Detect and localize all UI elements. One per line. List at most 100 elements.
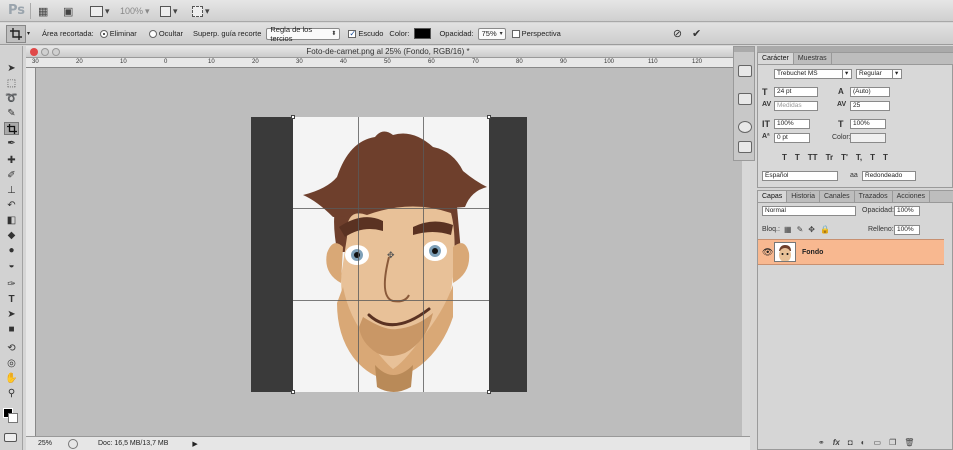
view-extras-button[interactable]: ▾ [90, 4, 110, 18]
shield-option[interactable]: ✓ Escudo [348, 29, 383, 38]
layer-row-background[interactable]: 👁 Fondo [758, 239, 944, 265]
pen-tool-icon[interactable]: ✑ [4, 278, 19, 291]
lock-transparency-icon[interactable]: ▦ [784, 225, 792, 234]
layer-visibility-eye-icon[interactable]: 👁 [762, 247, 773, 258]
kerning-input[interactable]: Medidas [774, 101, 818, 111]
language-select[interactable]: Español [762, 171, 838, 181]
opacity-input[interactable]: 75% ▾ [477, 27, 506, 40]
move-tool-icon[interactable]: ➤ [4, 62, 19, 75]
arrange-documents-button[interactable]: ▾ [160, 4, 178, 18]
eraser-tool-icon[interactable]: ◧ [4, 214, 19, 227]
eyedropper-tool-icon[interactable]: ✒ [4, 137, 19, 150]
font-family-arrow-icon[interactable]: ▾ [842, 69, 852, 79]
type-tool-icon[interactable]: T [4, 293, 19, 306]
quick-selection-tool-icon[interactable]: ✎ [4, 107, 19, 120]
link-layers-icon[interactable]: ⚭ [818, 438, 825, 447]
faux-bold-button[interactable]: T [782, 153, 787, 162]
tab-swatches[interactable]: Muestras [794, 53, 832, 64]
superscript-button[interactable]: T' [841, 153, 848, 162]
commit-crop-icon[interactable]: ✔ [692, 27, 701, 40]
new-group-icon[interactable]: ▭ [874, 438, 882, 447]
background-color-swatch[interactable] [8, 413, 18, 423]
tab-layers[interactable]: Capas [758, 191, 788, 202]
shield-color-swatch[interactable] [414, 28, 432, 39]
lock-position-icon[interactable]: ✥ [808, 225, 815, 234]
shield-checkbox[interactable]: ✓ [348, 30, 357, 38]
dodge-tool-icon[interactable]: ◒ [4, 259, 19, 272]
strikethrough-button[interactable]: T [883, 153, 888, 162]
bridge-button[interactable]: ▦ [38, 4, 48, 18]
layer-opacity-input[interactable]: 100% [894, 206, 920, 216]
gradient-tool-icon[interactable]: ◆ [4, 229, 19, 242]
brush-tool-icon[interactable]: ✐ [4, 169, 19, 182]
tracking-input[interactable]: 25 [850, 101, 890, 111]
status-menu-arrow-icon[interactable]: ▶ [192, 440, 197, 448]
font-size-input[interactable]: 24 pt [774, 87, 818, 97]
lock-pixels-icon[interactable]: ✎ [797, 225, 804, 234]
hand-tool-icon[interactable]: ✋ [4, 372, 19, 385]
vertical-ruler[interactable] [26, 68, 36, 436]
zoom-level-dropdown[interactable]: 100% ▾ [120, 4, 150, 18]
perspective-option[interactable]: Perspectiva [511, 29, 561, 38]
tab-character[interactable]: Carácter [758, 53, 794, 64]
add-mask-icon[interactable]: ◘ [848, 438, 853, 447]
swatches-icon[interactable] [738, 65, 752, 77]
minimize-document-icon[interactable] [41, 48, 49, 56]
shape-tool-icon[interactable]: ■ [4, 323, 19, 336]
delete-layer-icon[interactable]: 🗑 [904, 438, 914, 447]
marquee-tool-icon[interactable]: ⬚ [4, 77, 19, 90]
screen-mode-button[interactable]: ▾ [192, 4, 210, 18]
3d-rotate-tool-icon[interactable]: ⟲ [4, 342, 19, 355]
delete-option[interactable]: Eliminar [99, 29, 137, 38]
canvas-area[interactable]: ✥ [36, 68, 750, 436]
character-styles-icon[interactable] [738, 93, 752, 105]
crop-handle-bl[interactable] [291, 390, 295, 394]
leading-input[interactable]: (Auto) [850, 87, 890, 97]
cancel-crop-icon[interactable]: ⊘ [673, 27, 682, 40]
blend-mode-select[interactable]: Normal [762, 206, 856, 216]
crop-tool-preset-button[interactable] [6, 24, 26, 43]
zoom-tool-icon[interactable]: ⚲ [4, 387, 19, 400]
horizontal-scale-input[interactable]: 100% [850, 119, 886, 129]
horizontal-ruler[interactable]: 3020100102030405060708090100110120130 [26, 58, 750, 68]
blur-tool-icon[interactable]: ● [4, 244, 19, 257]
adjustment-layer-icon[interactable]: ◐ [861, 438, 866, 447]
text-color-swatch[interactable] [850, 133, 886, 143]
preset-arrow[interactable]: ▾ [27, 30, 30, 37]
maximize-document-icon[interactable] [52, 48, 60, 56]
antialias-select[interactable]: Redondeado [862, 171, 916, 181]
small-caps-button[interactable]: Tr [826, 153, 834, 162]
crop-handle-br[interactable] [487, 390, 491, 394]
font-family-select[interactable]: Trebuchet MS [774, 69, 850, 79]
new-layer-icon[interactable]: ❐ [889, 438, 896, 447]
fx-icon[interactable]: fx [833, 438, 840, 447]
zoom-field[interactable]: 25% [38, 440, 62, 447]
crop-tool-icon[interactable] [4, 122, 19, 135]
hide-radio[interactable] [148, 30, 157, 38]
close-document-icon[interactable] [30, 48, 38, 56]
delete-radio[interactable] [99, 30, 108, 38]
vertical-scale-input[interactable]: 100% [774, 119, 810, 129]
baseline-shift-input[interactable]: 0 pt [774, 133, 810, 143]
dock-header[interactable] [734, 47, 754, 52]
all-caps-button[interactable]: TT [808, 153, 818, 162]
tab-history[interactable]: Historia [787, 191, 820, 202]
tab-paths[interactable]: Trazados [855, 191, 893, 202]
history-brush-tool-icon[interactable]: ↶ [4, 199, 19, 212]
tab-channels[interactable]: Canales [820, 191, 855, 202]
crop-box[interactable]: ✥ [293, 117, 489, 392]
minibridge-button[interactable]: ▣ [63, 4, 73, 18]
3d-orbit-tool-icon[interactable]: ◎ [4, 357, 19, 370]
subscript-button[interactable]: T, [856, 153, 862, 162]
adjustments-icon[interactable] [738, 121, 752, 133]
clone-stamp-tool-icon[interactable]: ⊥ [4, 184, 19, 197]
perspective-checkbox[interactable] [511, 30, 520, 38]
quick-mask-icon[interactable] [4, 433, 17, 442]
faux-italic-button[interactable]: T [795, 153, 800, 162]
lasso-tool-icon[interactable]: ➰ [4, 92, 19, 105]
healing-brush-tool-icon[interactable]: ✚ [4, 154, 19, 167]
path-selection-tool-icon[interactable]: ➤ [4, 308, 19, 321]
status-icon[interactable] [68, 438, 78, 449]
tab-actions[interactable]: Acciones [893, 191, 930, 202]
masks-icon[interactable] [738, 141, 752, 153]
